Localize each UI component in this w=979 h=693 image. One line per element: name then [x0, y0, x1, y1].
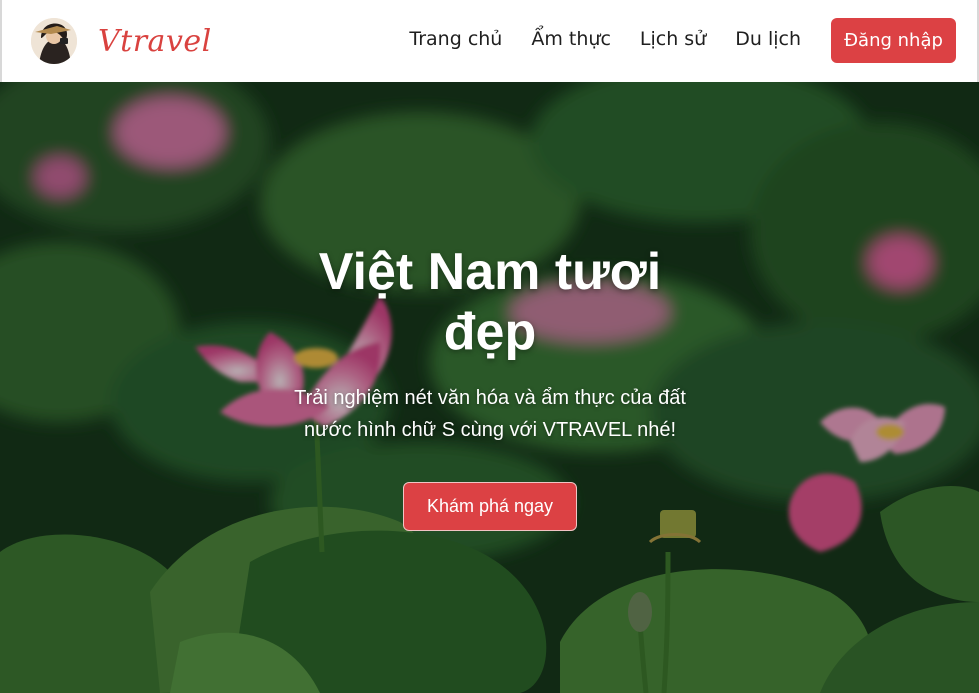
nav-link-history[interactable]: Lịch sử [640, 28, 706, 50]
brand-name: Vtravel [98, 23, 212, 59]
explore-now-button[interactable]: Khám phá ngay [403, 482, 577, 531]
brand[interactable]: Vtravel [31, 18, 212, 64]
hero-content: Việt Nam tươi đẹp Trải nghiệm nét văn hó… [270, 242, 710, 531]
hero-subtitle: Trải nghiệm nét văn hóa và ẩm thực của đ… [294, 387, 686, 441]
traveler-portrait-icon [31, 18, 77, 64]
nav-link-home[interactable]: Trang chủ [409, 28, 502, 50]
hero-title: Việt Nam tươi đẹp [318, 243, 662, 361]
nav-links: Trang chủ Ẩm thực Lịch sử Du lịch [380, 28, 801, 50]
hero-section: Việt Nam tươi đẹp Trải nghiệm nét văn hó… [0, 82, 979, 693]
navbar: Vtravel Trang chủ Ẩm thực Lịch sử Du lịc… [0, 0, 979, 82]
login-button[interactable]: Đăng nhập [831, 18, 956, 63]
nav-link-food[interactable]: Ẩm thực [531, 28, 611, 50]
nav-link-travel[interactable]: Du lịch [735, 28, 801, 50]
